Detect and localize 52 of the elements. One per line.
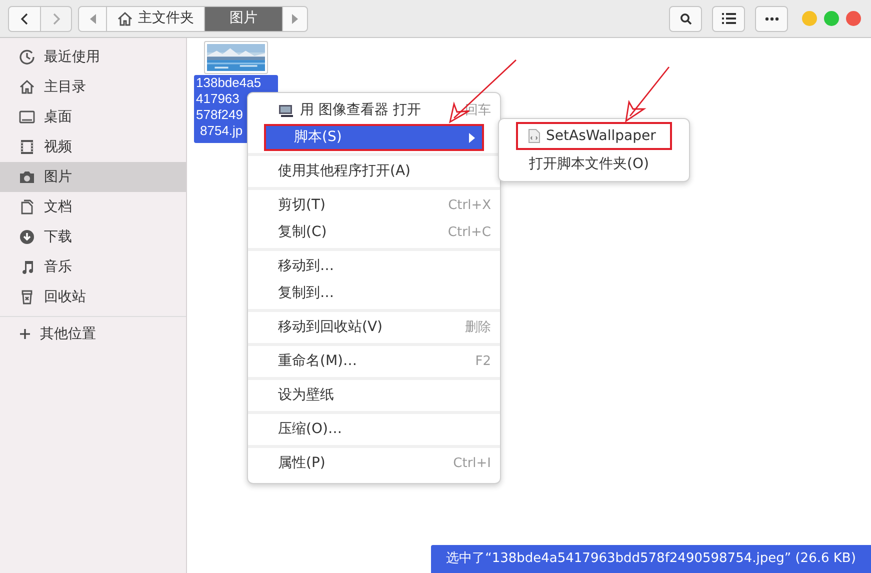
more-icon xyxy=(764,16,778,20)
menu-item[interactable]: SetAsWallpaper xyxy=(516,122,672,150)
menu-item[interactable]: 属性(P) Ctrl+I xyxy=(248,450,500,477)
script-file-icon xyxy=(528,129,540,143)
sidebar-item[interactable]: 最近使用 xyxy=(0,42,186,72)
submenu-arrow-icon xyxy=(469,132,475,142)
menu-item[interactable]: 使用其他程序打开(A) xyxy=(248,158,500,185)
sidebar-item[interactable]: 视频 xyxy=(0,132,186,162)
menu-item[interactable]: 打开脚本文件夹(O) xyxy=(499,150,689,178)
annotation-arrow xyxy=(622,64,672,124)
chevron-left-icon xyxy=(20,12,30,24)
menu-item[interactable]: 设为壁纸 xyxy=(248,382,500,409)
sidebar-item[interactable]: 桌面 xyxy=(0,102,186,132)
home-icon xyxy=(19,79,35,95)
home-icon xyxy=(117,10,133,26)
triangle-left-icon xyxy=(90,14,96,24)
film-icon xyxy=(19,139,35,155)
menu-button[interactable] xyxy=(755,6,788,32)
status-text: 选中了“138bde4a5417963bdd578f2490598754.jpeg” (26.6 KB) xyxy=(446,550,856,568)
sidebar-item[interactable]: 文档 xyxy=(0,192,186,222)
image-viewer-icon xyxy=(278,104,294,118)
triangle-right-icon xyxy=(292,14,298,24)
menu-item[interactable]: 复制到… xyxy=(248,280,500,307)
download-icon xyxy=(19,229,35,245)
menu-item[interactable]: 剪切(T) Ctrl+X xyxy=(248,192,500,219)
sidebar-item[interactable]: 主目录 xyxy=(0,72,186,102)
plus-icon xyxy=(19,328,31,340)
menu-item[interactable]: 重命名(M)… F2 xyxy=(248,348,500,375)
menu-item[interactable]: 脚本(S) xyxy=(264,124,484,151)
sidebar-item[interactable]: 下载 xyxy=(0,222,186,252)
desktop-icon xyxy=(19,109,35,125)
list-icon xyxy=(722,13,736,24)
back-button[interactable] xyxy=(8,6,41,32)
sidebar-item[interactable]: 其他位置 xyxy=(0,319,186,349)
menu-item[interactable]: 复制(C) Ctrl+C xyxy=(248,219,500,246)
search-button[interactable] xyxy=(669,6,702,32)
view-list-button[interactable] xyxy=(712,6,745,32)
chevron-right-icon xyxy=(51,12,61,24)
trash-icon xyxy=(19,289,35,305)
menu-item[interactable]: 压缩(O)… xyxy=(248,416,500,443)
maximize-button[interactable] xyxy=(824,11,839,26)
document-icon xyxy=(19,199,35,215)
camera-icon xyxy=(19,169,35,185)
menu-item[interactable]: 移动到回收站(V) 删除 xyxy=(248,314,500,341)
close-button[interactable] xyxy=(846,11,861,26)
clock-icon xyxy=(19,49,35,65)
sidebar-item[interactable]: 图片 xyxy=(0,162,186,192)
search-icon xyxy=(680,12,692,24)
path-segment[interactable]: 图片 xyxy=(205,6,283,30)
menu-item[interactable]: 移动到… xyxy=(248,253,500,280)
sidebar-item[interactable]: 音乐 xyxy=(0,252,186,282)
sidebar-item[interactable]: 回收站 xyxy=(0,282,186,312)
